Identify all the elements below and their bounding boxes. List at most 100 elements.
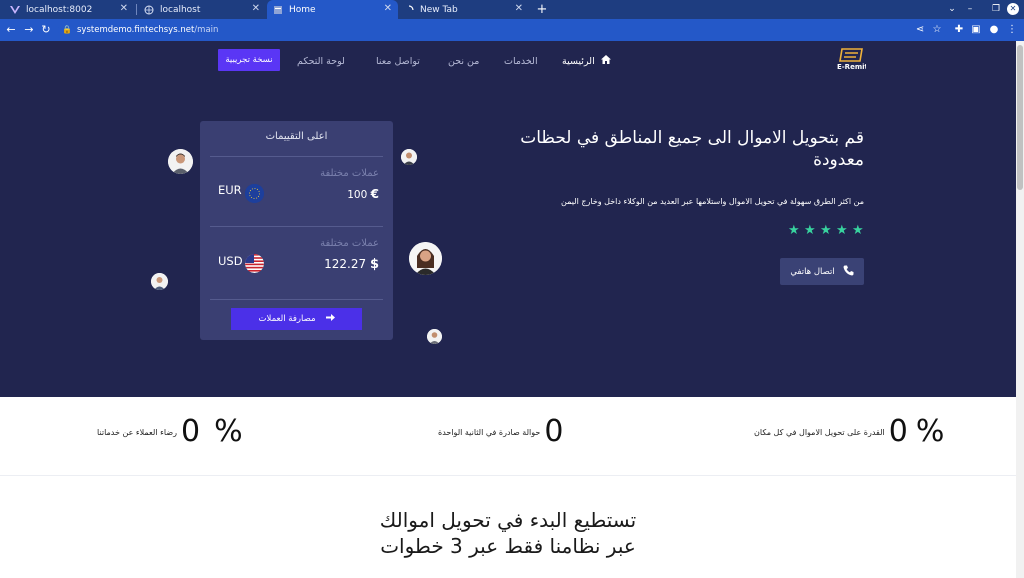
currency-amount: 122.27 $	[324, 257, 379, 272]
extensions-icon[interactable]: ✚	[951, 22, 967, 38]
stat-value: 0	[544, 414, 564, 449]
phone-icon	[843, 265, 854, 279]
svg-text:E-Remit: E-Remit	[837, 63, 866, 71]
hero-subtitle: من اكثر الطرق سهولة في تحويل الاموال واس…	[561, 197, 864, 206]
tab-separator	[136, 4, 137, 15]
star-icon: ★	[852, 223, 864, 238]
close-icon[interactable]: ✕	[515, 3, 523, 14]
steps-heading: تستطيع البدء في تحويل اموالك عبر نظامنا …	[270, 507, 746, 559]
card-title: اعلى التقييمات	[265, 131, 328, 142]
tab-title: New Tab	[420, 4, 458, 15]
minimize-icon[interactable]: –	[962, 0, 978, 19]
divider	[210, 156, 383, 157]
currency-row-label: عملات مختلفة	[320, 168, 379, 179]
star-icon: ★	[788, 223, 800, 238]
currency-card: اعلى التقييمات عملات مختلفة EUR 100 € عم…	[200, 121, 393, 340]
currency-exchange-button[interactable]: مصارفة العملات	[231, 308, 362, 330]
divider	[210, 299, 383, 300]
tab-strip: localhost:8002 ✕ localhost ✕ Home ✕ New …	[0, 0, 1024, 19]
nav-contact[interactable]: تواصل معنا	[376, 50, 420, 72]
home-icon	[600, 55, 611, 67]
phone-call-button[interactable]: اتصال هاتفي	[780, 258, 864, 285]
scrollbar-thumb[interactable]	[1017, 45, 1023, 190]
amount-value: 122.27	[324, 257, 367, 271]
new-tab-button[interactable]: +	[535, 0, 549, 19]
chevron-down-icon[interactable]: ⌄	[944, 0, 960, 19]
star-icon: ★	[820, 223, 832, 238]
close-icon[interactable]: ✕	[384, 3, 392, 14]
back-arrow-icon[interactable]: ←	[3, 22, 19, 38]
divider	[210, 226, 383, 227]
stat-value: 0	[888, 414, 908, 449]
tab-title: localhost:8002	[26, 4, 93, 15]
currency-row-label: عملات مختلفة	[320, 238, 379, 249]
stat-value: 0	[180, 414, 201, 449]
tab-title: Home	[289, 4, 316, 15]
exchange-button-label: مصارفة العملات	[258, 314, 316, 324]
lock-icon: 🔒	[62, 25, 72, 34]
hero-section: نسخة تجريبية لوحة التحكم تواصل معنا من ن…	[0, 41, 1016, 397]
nav-about[interactable]: من نحن	[448, 50, 479, 72]
tab-home[interactable]: Home ✕	[267, 0, 398, 19]
globe-icon	[144, 5, 154, 15]
currency-code: USD	[218, 254, 243, 268]
avatar	[401, 149, 417, 165]
avatar	[409, 242, 442, 275]
eu-flag-icon	[245, 184, 264, 203]
address-bar[interactable]: 🔒 systemdemo.fintechsys.net/main	[58, 22, 948, 38]
nav-home-label: الرئيسية	[562, 55, 595, 67]
page-icon	[273, 5, 283, 15]
steps-heading-line-1: تستطيع البدء في تحويل اموالك	[379, 508, 637, 532]
e-remit-logo[interactable]: E-Remit	[836, 47, 869, 73]
loading-icon	[404, 4, 414, 15]
arrow-right-icon	[325, 313, 335, 325]
stat-transfers-per-second: حوالة صادرة في الثانية الواحدة 0	[438, 415, 563, 449]
stat-suffix: %	[915, 414, 945, 449]
tab-title: localhost	[160, 4, 201, 15]
nav-services[interactable]: الخدمات	[504, 50, 538, 72]
star-icon: ★	[804, 223, 816, 238]
euro-symbol: €	[370, 187, 379, 201]
section-divider	[0, 475, 1016, 476]
close-icon[interactable]: ✕	[252, 3, 260, 14]
stat-transfer-anywhere: القدرة على تحويل الاموال في كل مكان 0 %	[754, 415, 944, 449]
tab-new-tab[interactable]: New Tab ✕	[398, 0, 529, 19]
tab-localhost[interactable]: localhost ✕	[138, 0, 266, 19]
dollar-symbol: $	[369, 257, 379, 272]
share-icon[interactable]: ⋖	[912, 22, 928, 38]
close-window-icon[interactable]: ✕	[1007, 3, 1019, 15]
amount-value: 100	[347, 189, 368, 201]
sidebar-icon[interactable]: ▣	[968, 22, 984, 38]
star-icon: ★	[836, 223, 848, 238]
avatar	[168, 149, 193, 174]
avatar	[427, 329, 442, 344]
stat-customer-satisfaction: رضاء العملاء عن خدماتنا 0 %	[97, 415, 243, 449]
avatar	[151, 273, 168, 290]
menu-kebab-icon[interactable]: ⋮	[1004, 22, 1020, 38]
vue-logo-icon	[10, 5, 20, 15]
currency-code: EUR	[218, 183, 242, 197]
stat-label: القدرة على تحويل الاموال في كل مكان	[754, 427, 885, 437]
stat-suffix: %	[214, 414, 243, 449]
browser-window: localhost:8002 ✕ localhost ✕ Home ✕ New …	[0, 0, 1024, 578]
stats-section: القدرة على تحويل الاموال في كل مكان 0 % …	[0, 397, 1016, 475]
us-flag-icon	[245, 254, 264, 273]
web-page: نسخة تجريبية لوحة التحكم تواصل معنا من ن…	[0, 41, 1016, 578]
forward-arrow-icon[interactable]: →	[21, 22, 37, 38]
demo-button[interactable]: نسخة تجريبية	[218, 49, 280, 71]
nav-dashboard[interactable]: لوحة التحكم	[297, 50, 345, 72]
hero-title: قم بتحويل الاموال الى جميع المناطق في لح…	[520, 128, 864, 170]
nav-home[interactable]: الرئيسية	[562, 50, 611, 72]
steps-heading-line-2: عبر نظامنا فقط عبر 3 خطوات	[380, 534, 636, 558]
currency-amount: 100 €	[347, 187, 379, 201]
restore-icon[interactable]: ❐	[988, 0, 1004, 19]
stat-label: حوالة صادرة في الثانية الواحدة	[438, 427, 541, 437]
star-bookmark-icon[interactable]: ☆	[929, 22, 945, 38]
tab-localhost-8002[interactable]: localhost:8002 ✕	[4, 0, 134, 19]
url-text: systemdemo.fintechsys.net/main	[77, 25, 219, 35]
reload-icon[interactable]: ↻	[38, 22, 54, 38]
profile-icon[interactable]: ●	[986, 22, 1002, 38]
stat-label: رضاء العملاء عن خدماتنا	[97, 427, 177, 437]
close-icon[interactable]: ✕	[120, 3, 128, 14]
rating-stars: ★ ★ ★ ★ ★	[788, 224, 865, 237]
